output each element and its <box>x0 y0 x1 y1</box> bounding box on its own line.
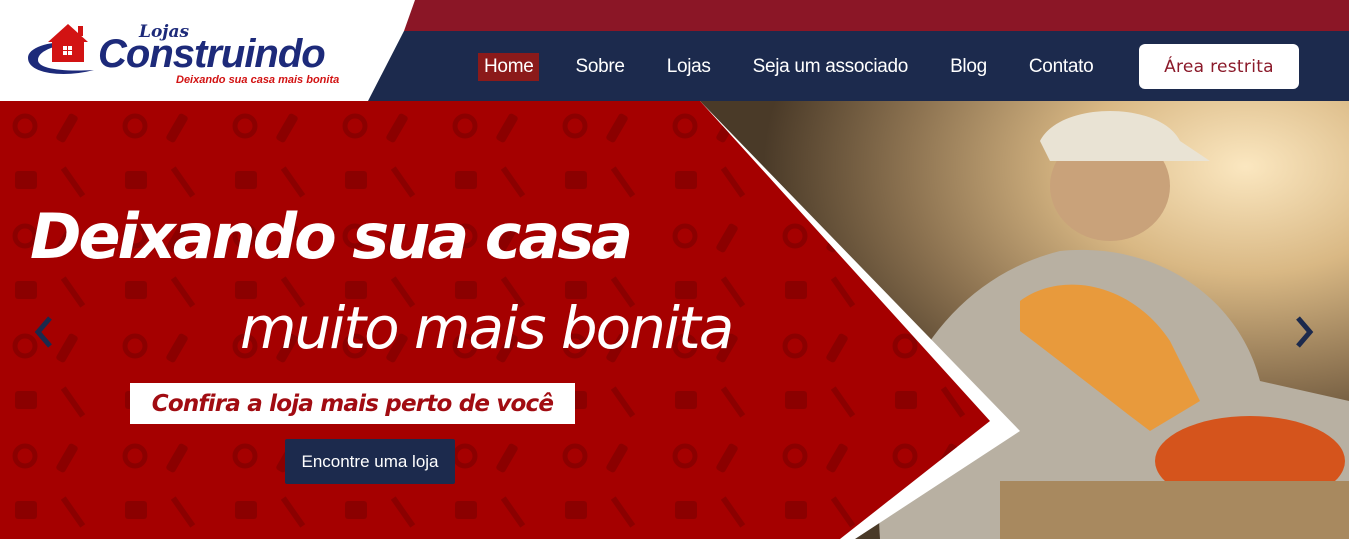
carousel-prev-button[interactable] <box>30 312 60 352</box>
logo-tagline: Deixando sua casa mais bonita <box>176 74 340 86</box>
hero-subheadline: Confira a loja mais perto de você <box>130 383 575 424</box>
logo[interactable]: Lojas Construindo Deixando sua casa mais… <box>24 18 344 90</box>
chevron-left-icon <box>34 316 52 348</box>
nav-item-contato[interactable]: Contato <box>1023 53 1099 81</box>
house-logo-icon <box>28 24 94 74</box>
carousel-next-button[interactable] <box>1288 312 1318 352</box>
wood-plank-shape <box>1000 481 1349 539</box>
logo-brand-name: Construindo <box>98 32 326 76</box>
restricted-area-button[interactable]: Área restrita <box>1139 44 1299 89</box>
main-nav: Home Sobre Lojas Seja um associado Blog … <box>478 50 1129 84</box>
page: Lojas Construindo Deixando sua casa mais… <box>0 0 1349 539</box>
hero-headline-line1: Deixando sua casa <box>30 200 633 273</box>
nav-item-blog[interactable]: Blog <box>944 53 993 81</box>
nav-item-sobre[interactable]: Sobre <box>569 53 630 81</box>
nav-item-home[interactable]: Home <box>478 53 540 81</box>
hero-headline-line2: muito mais bonita <box>240 294 734 362</box>
nav-item-seja-um-associado[interactable]: Seja um associado <box>747 53 914 81</box>
nav-item-lojas[interactable]: Lojas <box>661 53 717 81</box>
chevron-right-icon <box>1296 316 1314 348</box>
find-store-button[interactable]: Encontre uma loja <box>285 439 455 484</box>
site-header: Lojas Construindo Deixando sua casa mais… <box>0 0 1349 101</box>
